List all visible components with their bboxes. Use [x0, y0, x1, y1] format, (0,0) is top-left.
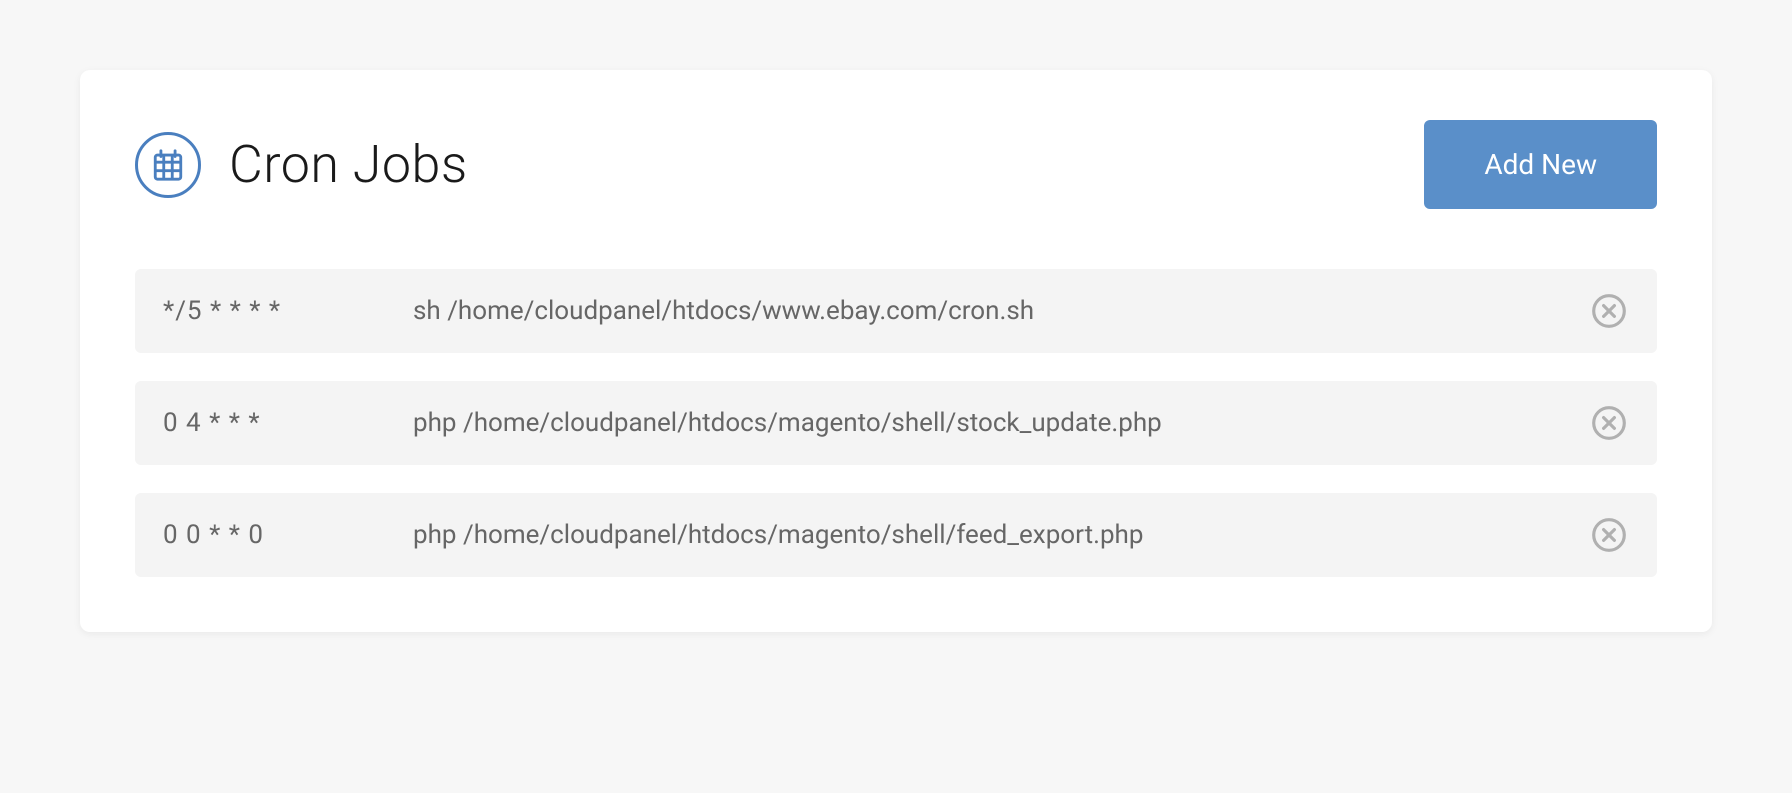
cron-jobs-card: Cron Jobs Add New */5 * * * * sh /home/c… [80, 70, 1712, 632]
title-wrap: Cron Jobs [135, 132, 468, 198]
job-command: php /home/cloudpanel/htdocs/magento/shel… [413, 520, 1589, 550]
close-icon [1591, 293, 1627, 329]
job-schedule: 0 4 * * * [163, 408, 413, 438]
job-row: */5 * * * * sh /home/cloudpanel/htdocs/w… [135, 269, 1657, 353]
job-row: 0 0 * * 0 php /home/cloudpanel/htdocs/ma… [135, 493, 1657, 577]
delete-job-button[interactable] [1589, 291, 1629, 331]
job-schedule: 0 0 * * 0 [163, 520, 413, 550]
delete-job-button[interactable] [1589, 515, 1629, 555]
calendar-icon [135, 132, 201, 198]
page-title: Cron Jobs [229, 134, 468, 195]
job-list: */5 * * * * sh /home/cloudpanel/htdocs/w… [135, 269, 1657, 577]
job-row: 0 4 * * * php /home/cloudpanel/htdocs/ma… [135, 381, 1657, 465]
delete-job-button[interactable] [1589, 403, 1629, 443]
job-command: sh /home/cloudpanel/htdocs/www.ebay.com/… [413, 296, 1589, 326]
job-command: php /home/cloudpanel/htdocs/magento/shel… [413, 408, 1589, 438]
add-new-button[interactable]: Add New [1424, 120, 1657, 209]
close-icon [1591, 517, 1627, 553]
close-icon [1591, 405, 1627, 441]
job-schedule: */5 * * * * [163, 296, 413, 326]
card-header: Cron Jobs Add New [135, 120, 1657, 209]
